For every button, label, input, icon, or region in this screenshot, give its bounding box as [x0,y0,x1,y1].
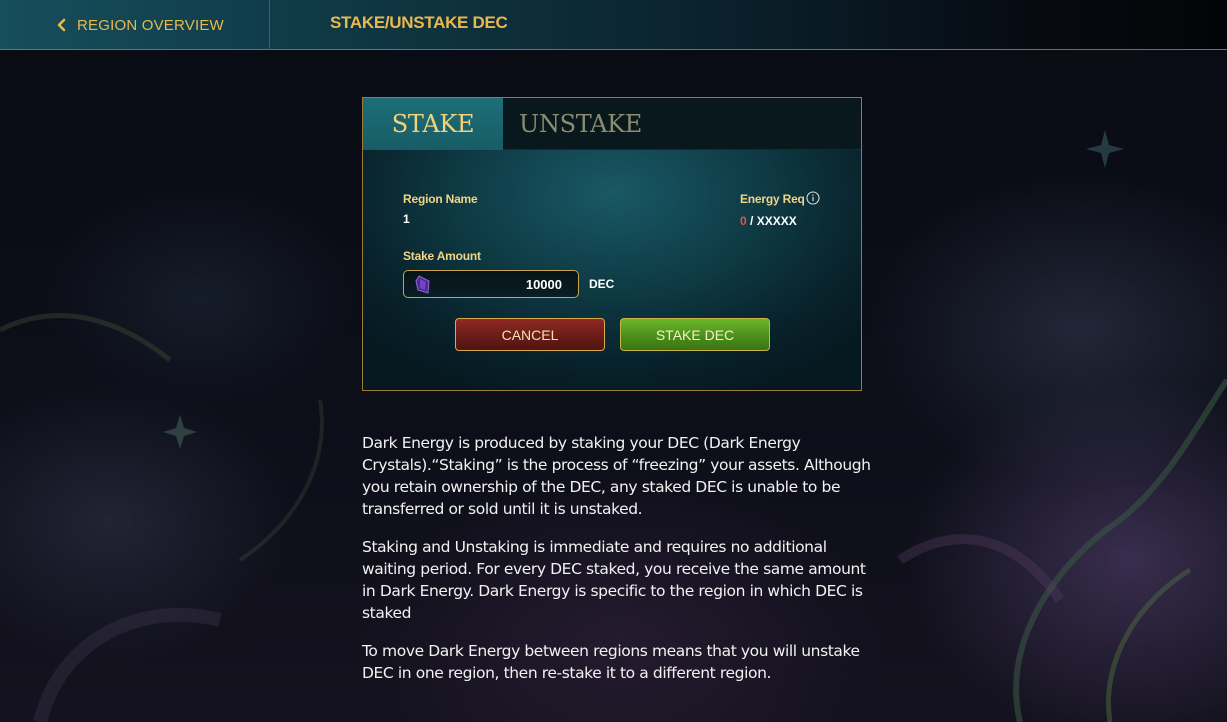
info-icon[interactable] [806,191,820,205]
region-name-label: Region Name [403,192,478,206]
energy-req-value: 0 / XXXXX [740,214,797,228]
energy-total: / XXXXX [746,214,797,228]
description-paragraph: Dark Energy is produced by staking your … [362,434,871,518]
energy-req-label: Energy Req [740,192,805,206]
dec-crystal-icon [415,275,430,294]
cancel-button[interactable]: CANCEL [455,318,605,351]
stake-tabs: STAKE UNSTAKE [363,98,861,150]
stake-amount-label: Stake Amount [403,249,481,263]
stake-amount-field [403,270,579,298]
page-title: STAKE/UNSTAKE DEC [330,13,508,32]
energy-current: 0 [740,214,747,228]
tab-stake[interactable]: STAKE [363,98,503,150]
stake-amount-input[interactable] [440,273,562,295]
description-paragraph: Staking and Unstaking is immediate and r… [362,538,866,622]
top-bar: REGION OVERVIEW STAKE/UNSTAKE DEC [0,0,1227,50]
stake-dec-button[interactable]: STAKE DEC [620,318,770,351]
region-name-value: 1 [403,212,410,226]
back-link-label: REGION OVERVIEW [77,16,224,34]
description-paragraph: To move Dark Energy between regions mean… [362,642,860,682]
chevron-left-icon [57,18,66,32]
staking-description: Dark Energy is produced by staking your … [362,432,872,700]
stake-panel: STAKE UNSTAKE Region Name 1 Energy Req 0… [362,97,862,391]
tab-unstake[interactable]: UNSTAKE [503,98,658,150]
stake-unit-label: DEC [589,277,615,291]
back-to-region-overview-link[interactable]: REGION OVERVIEW [0,0,270,50]
